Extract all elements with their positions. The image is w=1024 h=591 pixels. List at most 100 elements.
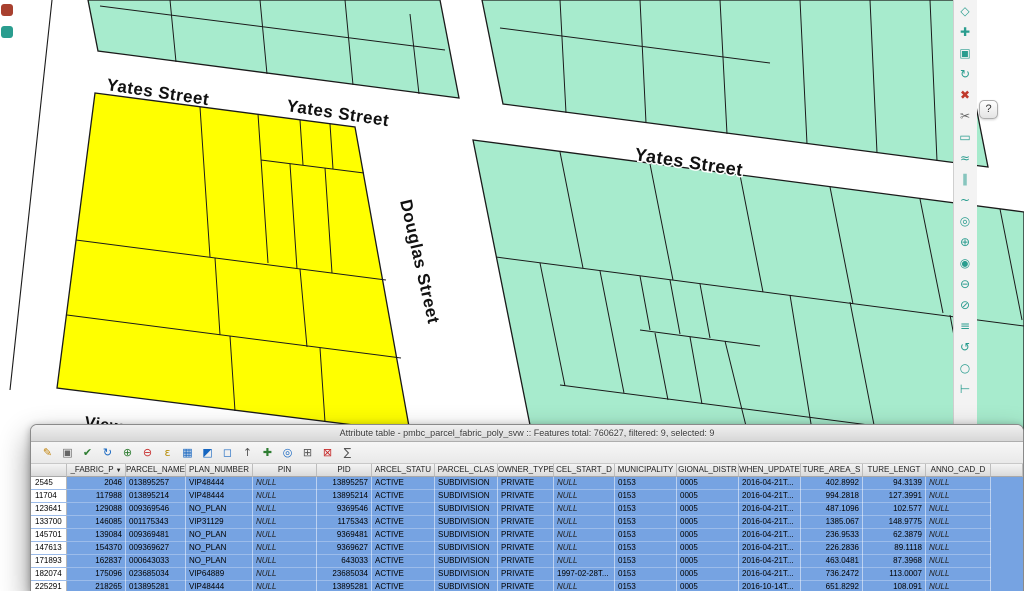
- column-header[interactable]: CEL_START_D: [554, 464, 615, 477]
- offset-symbol-icon[interactable]: ○: [955, 358, 975, 378]
- merge-attributes-icon[interactable]: ≡: [955, 316, 975, 336]
- table-cell[interactable]: 0005: [677, 555, 739, 568]
- table-cell[interactable]: 013895257: [126, 477, 186, 490]
- table-cell[interactable]: 117988: [67, 490, 126, 503]
- table-cell[interactable]: NULL: [554, 477, 615, 490]
- table-cell[interactable]: PRIVATE: [498, 516, 554, 529]
- table-row[interactable]: 225291218265013895281VIP48444NULL1389528…: [31, 581, 1023, 591]
- column-header[interactable]: OWNER_TYPE: [498, 464, 554, 477]
- table-cell[interactable]: NO_PLAN: [186, 503, 253, 516]
- table-cell[interactable]: 0153: [615, 529, 677, 542]
- table-row[interactable]: 171893162837000643033NO_PLANNULL643033AC…: [31, 555, 1023, 568]
- table-cell[interactable]: 651.8292: [801, 581, 863, 591]
- table-cell[interactable]: 162837: [67, 555, 126, 568]
- row-header-corner[interactable]: [31, 464, 67, 477]
- table-cell[interactable]: NULL: [554, 542, 615, 555]
- table-cell[interactable]: 2016-04-21T...: [739, 555, 801, 568]
- multi-edit-icon[interactable]: ▣: [59, 444, 76, 461]
- table-cell[interactable]: 127.3991: [863, 490, 926, 503]
- delete-ring-icon[interactable]: ⊖: [955, 274, 975, 294]
- left-toolbar-icon-2[interactable]: [1, 26, 13, 38]
- invert-selection-icon[interactable]: ◩: [199, 444, 216, 461]
- table-cell[interactable]: 1175343: [317, 516, 372, 529]
- column-header[interactable]: _FABRIC_P▼: [67, 464, 126, 477]
- table-cell[interactable]: SUBDIVISION: [435, 542, 498, 555]
- select-all-icon[interactable]: ▦: [179, 444, 196, 461]
- table-cell[interactable]: 0153: [615, 568, 677, 581]
- table-cell[interactable]: 736.2472: [801, 568, 863, 581]
- table-cell[interactable]: 9369481: [317, 529, 372, 542]
- table-cell[interactable]: 0153: [615, 581, 677, 591]
- rotate-feature-icon[interactable]: ↻: [955, 64, 975, 84]
- table-cell[interactable]: 0153: [615, 503, 677, 516]
- table-cell[interactable]: 009369627: [126, 542, 186, 555]
- table-cell[interactable]: PRIVATE: [498, 529, 554, 542]
- table-cell[interactable]: 0005: [677, 542, 739, 555]
- table-cell[interactable]: NULL: [554, 555, 615, 568]
- toggle-editing-icon[interactable]: ✎: [39, 444, 56, 461]
- table-cell[interactable]: SUBDIVISION: [435, 581, 498, 591]
- add-part-icon[interactable]: ⊕: [955, 232, 975, 252]
- column-header[interactable]: PLAN_NUMBER: [186, 464, 253, 477]
- table-cell[interactable]: 2016-04-21T...: [739, 516, 801, 529]
- table-cell[interactable]: NULL: [253, 555, 317, 568]
- table-cell[interactable]: 175096: [67, 568, 126, 581]
- table-cell[interactable]: 1385.067: [801, 516, 863, 529]
- table-cell[interactable]: 2016-04-21T...: [739, 503, 801, 516]
- table-cell[interactable]: NULL: [253, 568, 317, 581]
- column-header[interactable]: PARCEL_CLAS: [435, 464, 498, 477]
- table-cell[interactable]: 0153: [615, 555, 677, 568]
- table-cell[interactable]: 13895214: [317, 490, 372, 503]
- table-cell[interactable]: NULL: [926, 568, 991, 581]
- table-cell[interactable]: 0005: [677, 490, 739, 503]
- table-cell[interactable]: 2016-04-21T...: [739, 568, 801, 581]
- table-cell[interactable]: 000643033: [126, 555, 186, 568]
- table-cell[interactable]: NULL: [253, 490, 317, 503]
- row-number[interactable]: 123641: [31, 503, 67, 515]
- field-calculator-icon[interactable]: ∑: [339, 444, 356, 461]
- table-cell[interactable]: ACTIVE: [372, 542, 435, 555]
- table-cell[interactable]: NULL: [926, 529, 991, 542]
- row-number[interactable]: 225291: [31, 581, 67, 591]
- split-features-icon[interactable]: ✂: [955, 106, 975, 126]
- table-cell[interactable]: VIP48444: [186, 490, 253, 503]
- row-number[interactable]: 145701: [31, 529, 67, 541]
- table-cell[interactable]: 148.9775: [863, 516, 926, 529]
- table-row[interactable]: 25452046013895257VIP48444NULL13895257ACT…: [31, 477, 1023, 490]
- row-number[interactable]: 133700: [31, 516, 67, 528]
- table-cell[interactable]: 2016-10-14T...: [739, 581, 801, 591]
- table-cell[interactable]: 139084: [67, 529, 126, 542]
- save-edits-icon[interactable]: ✔: [79, 444, 96, 461]
- table-cell[interactable]: PRIVATE: [498, 490, 554, 503]
- simplify-feature-icon[interactable]: ~: [955, 190, 975, 210]
- table-cell[interactable]: ACTIVE: [372, 529, 435, 542]
- table-cell[interactable]: NULL: [926, 555, 991, 568]
- table-cell[interactable]: 89.1118: [863, 542, 926, 555]
- merge-features-icon[interactable]: ▭: [955, 127, 975, 147]
- table-cell[interactable]: 2046: [67, 477, 126, 490]
- column-header[interactable]: ANNO_CAD_D: [926, 464, 991, 477]
- table-cell[interactable]: NO_PLAN: [186, 555, 253, 568]
- table-cell[interactable]: NULL: [253, 516, 317, 529]
- add-feature-icon[interactable]: ⊕: [119, 444, 136, 461]
- column-header[interactable]: TURE_AREA_S: [801, 464, 863, 477]
- table-cell[interactable]: SUBDIVISION: [435, 490, 498, 503]
- table-cell[interactable]: SUBDIVISION: [435, 568, 498, 581]
- table-cell[interactable]: NULL: [926, 581, 991, 591]
- column-header[interactable]: ARCEL_STATU: [372, 464, 435, 477]
- table-row[interactable]: 147613154370009369627NO_PLANNULL9369627A…: [31, 542, 1023, 555]
- offset-curve-icon[interactable]: ∥: [955, 169, 975, 189]
- table-cell[interactable]: VIP31129: [186, 516, 253, 529]
- table-cell[interactable]: ACTIVE: [372, 477, 435, 490]
- table-cell[interactable]: NULL: [253, 529, 317, 542]
- row-number[interactable]: 171893: [31, 555, 67, 567]
- table-cell[interactable]: 1997-02-28T...: [554, 568, 615, 581]
- delete-feature-icon[interactable]: ✖: [955, 85, 975, 105]
- table-cell[interactable]: 013895214: [126, 490, 186, 503]
- table-cell[interactable]: NULL: [554, 490, 615, 503]
- table-cell[interactable]: 154370: [67, 542, 126, 555]
- row-number[interactable]: 11704: [31, 490, 67, 502]
- table-cell[interactable]: SUBDIVISION: [435, 529, 498, 542]
- table-cell[interactable]: 023685034: [126, 568, 186, 581]
- table-cell[interactable]: 0005: [677, 477, 739, 490]
